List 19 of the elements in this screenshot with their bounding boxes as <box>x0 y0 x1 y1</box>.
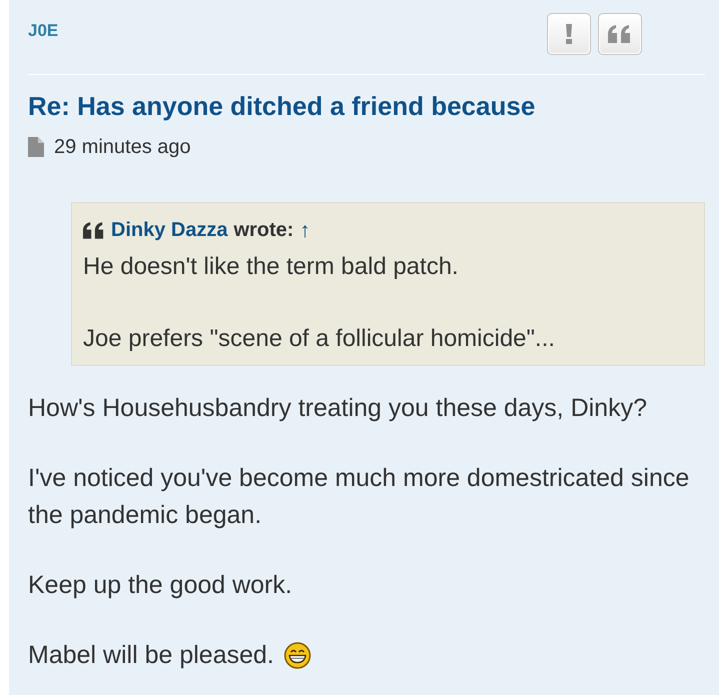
quote-mark-icon <box>83 222 105 238</box>
quote-wrote-label: wrote: <box>234 220 294 240</box>
exclamation-icon <box>565 24 573 44</box>
post-text: Keep up the good work. <box>28 570 292 601</box>
file-icon <box>28 137 44 157</box>
post-time: 29 minutes ago <box>54 135 191 160</box>
post-title[interactable]: Re: Has anyone ditched a friend because <box>28 90 705 122</box>
quote-icon <box>608 25 632 43</box>
report-button[interactable] <box>547 13 591 55</box>
laughing-smiley-icon <box>284 642 311 669</box>
quote-author-link[interactable]: Dinky Dazza <box>111 220 228 240</box>
post-text: How's Househusbandry treating you these days, Dinky? <box>28 393 647 424</box>
username[interactable]: J0E <box>28 22 58 40</box>
quote-text: Joe prefers "scene of a follicular homicide"... <box>83 324 556 354</box>
jump-to-post-link[interactable]: ↑ <box>300 220 310 240</box>
quote-button[interactable] <box>598 13 642 55</box>
post-text: I've noticed you've become much more domestricated since the pandemic began. <box>28 463 690 531</box>
quote-text: He doesn't like the term bald patch. <box>83 252 460 282</box>
post-text: Mabel will be pleased. <box>28 640 274 671</box>
